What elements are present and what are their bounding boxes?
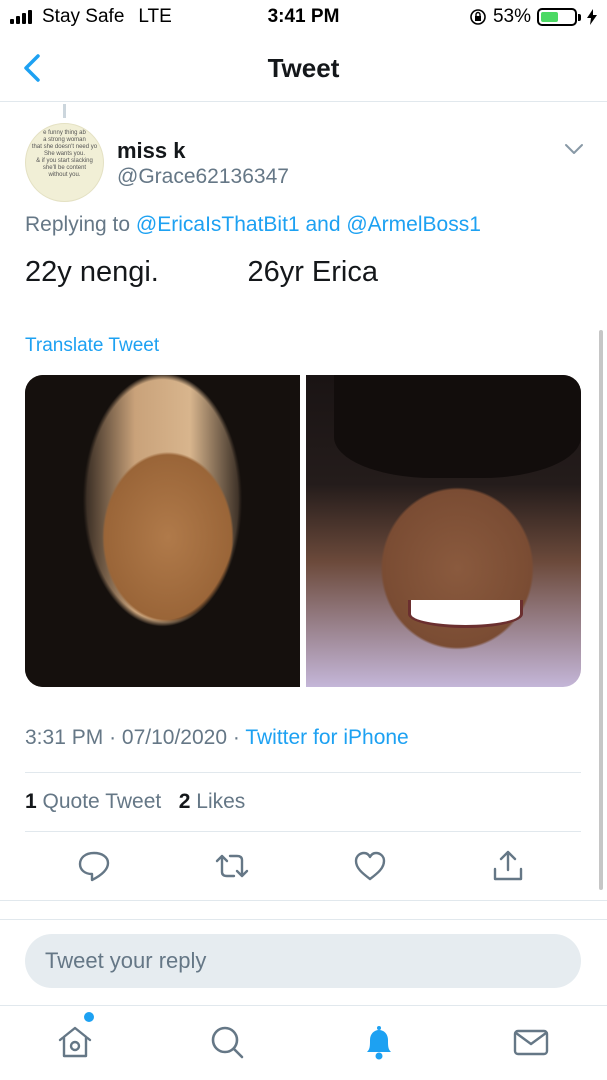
avatar-text-0: e funny thing ab	[43, 130, 86, 136]
avatar-text-3: She wants you.	[43, 151, 86, 157]
avatar-text-4: & if you start slacking	[36, 158, 93, 164]
photo-right[interactable]	[306, 375, 581, 687]
page-title: Tweet	[267, 53, 340, 83]
replying-to: Replying to @EricaIsThatBit1 and @ArmelB…	[25, 213, 481, 237]
quote-label: Quote Tweet	[42, 790, 162, 813]
charging-icon	[587, 9, 597, 25]
retweet-icon[interactable]	[214, 848, 250, 884]
avatar-text-5: she'll be content	[42, 165, 87, 171]
status-bar: Stay Safe LTE 3:41 PM 53%	[0, 0, 607, 34]
chevron-down-icon[interactable]	[563, 141, 585, 157]
reply-and: and	[305, 213, 341, 236]
tweet-time: 3:31 PM	[25, 726, 104, 749]
meta-separator: ·	[232, 726, 240, 749]
search-icon[interactable]	[207, 1022, 247, 1062]
tweet-actions	[0, 848, 607, 888]
likes-label: Likes	[196, 790, 246, 813]
tweet-date: 07/10/2020	[121, 726, 228, 749]
avatar-text-1: a strong woman	[43, 137, 86, 143]
notifications-icon[interactable]	[359, 1022, 399, 1062]
author-name[interactable]: miss k	[117, 138, 186, 164]
quote-count: 1	[25, 790, 37, 813]
share-icon[interactable]	[490, 848, 526, 884]
scrollbar[interactable]	[599, 330, 603, 890]
new-content-dot	[84, 1012, 94, 1022]
battery-fill	[541, 12, 558, 22]
thread-line	[63, 104, 66, 118]
tweet-meta: 3:31 PM · 07/10/2020 · Twitter for iPhon…	[25, 726, 409, 750]
nav-bar: Tweet	[0, 36, 607, 102]
photo-hair	[25, 375, 300, 687]
messages-icon[interactable]	[511, 1022, 551, 1062]
battery-percent: 53%	[492, 6, 531, 27]
meta-separator: ·	[109, 726, 117, 749]
avatar-text-6: without you.	[48, 172, 81, 178]
orientation-lock-icon	[470, 9, 486, 25]
battery-icon	[537, 8, 581, 26]
tweet-source-link[interactable]: Twitter for iPhone	[245, 726, 408, 749]
reply-user-link[interactable]: @ArmelBoss1	[346, 213, 481, 236]
home-icon[interactable]	[55, 1022, 95, 1062]
avatar-text-2: that she doesn't need yo	[31, 144, 98, 150]
like-count: 2	[178, 790, 191, 813]
reply-user-link[interactable]: @EricaIsThatBit1	[136, 213, 300, 236]
tweet-media	[25, 375, 581, 687]
avatar[interactable]: e funny thing ab a strong woman that she…	[25, 123, 104, 202]
photo-left[interactable]	[25, 375, 300, 687]
likes-stat[interactable]: 2 Likes	[179, 790, 246, 813]
reply-input[interactable]	[25, 934, 581, 988]
replying-prefix: Replying to	[25, 213, 131, 236]
status-bar-right: 53%	[469, 6, 597, 28]
reply-icon[interactable]	[76, 848, 112, 884]
section-separator	[0, 900, 607, 920]
author-handle[interactable]: @Grace62136347	[117, 165, 289, 189]
divider	[25, 831, 581, 832]
tweet-text: 22y nengi. 26yr Erica	[25, 256, 378, 288]
like-icon[interactable]	[352, 848, 388, 884]
quote-tweets-stat[interactable]: 1 Quote Tweet	[25, 790, 161, 813]
photo-bangs	[333, 375, 581, 478]
translate-tweet-link[interactable]: Translate Tweet	[25, 335, 159, 357]
tweet-stats: 1 Quote Tweet 2 Likes	[25, 790, 245, 814]
photo-smile	[407, 599, 524, 628]
divider	[25, 772, 581, 773]
